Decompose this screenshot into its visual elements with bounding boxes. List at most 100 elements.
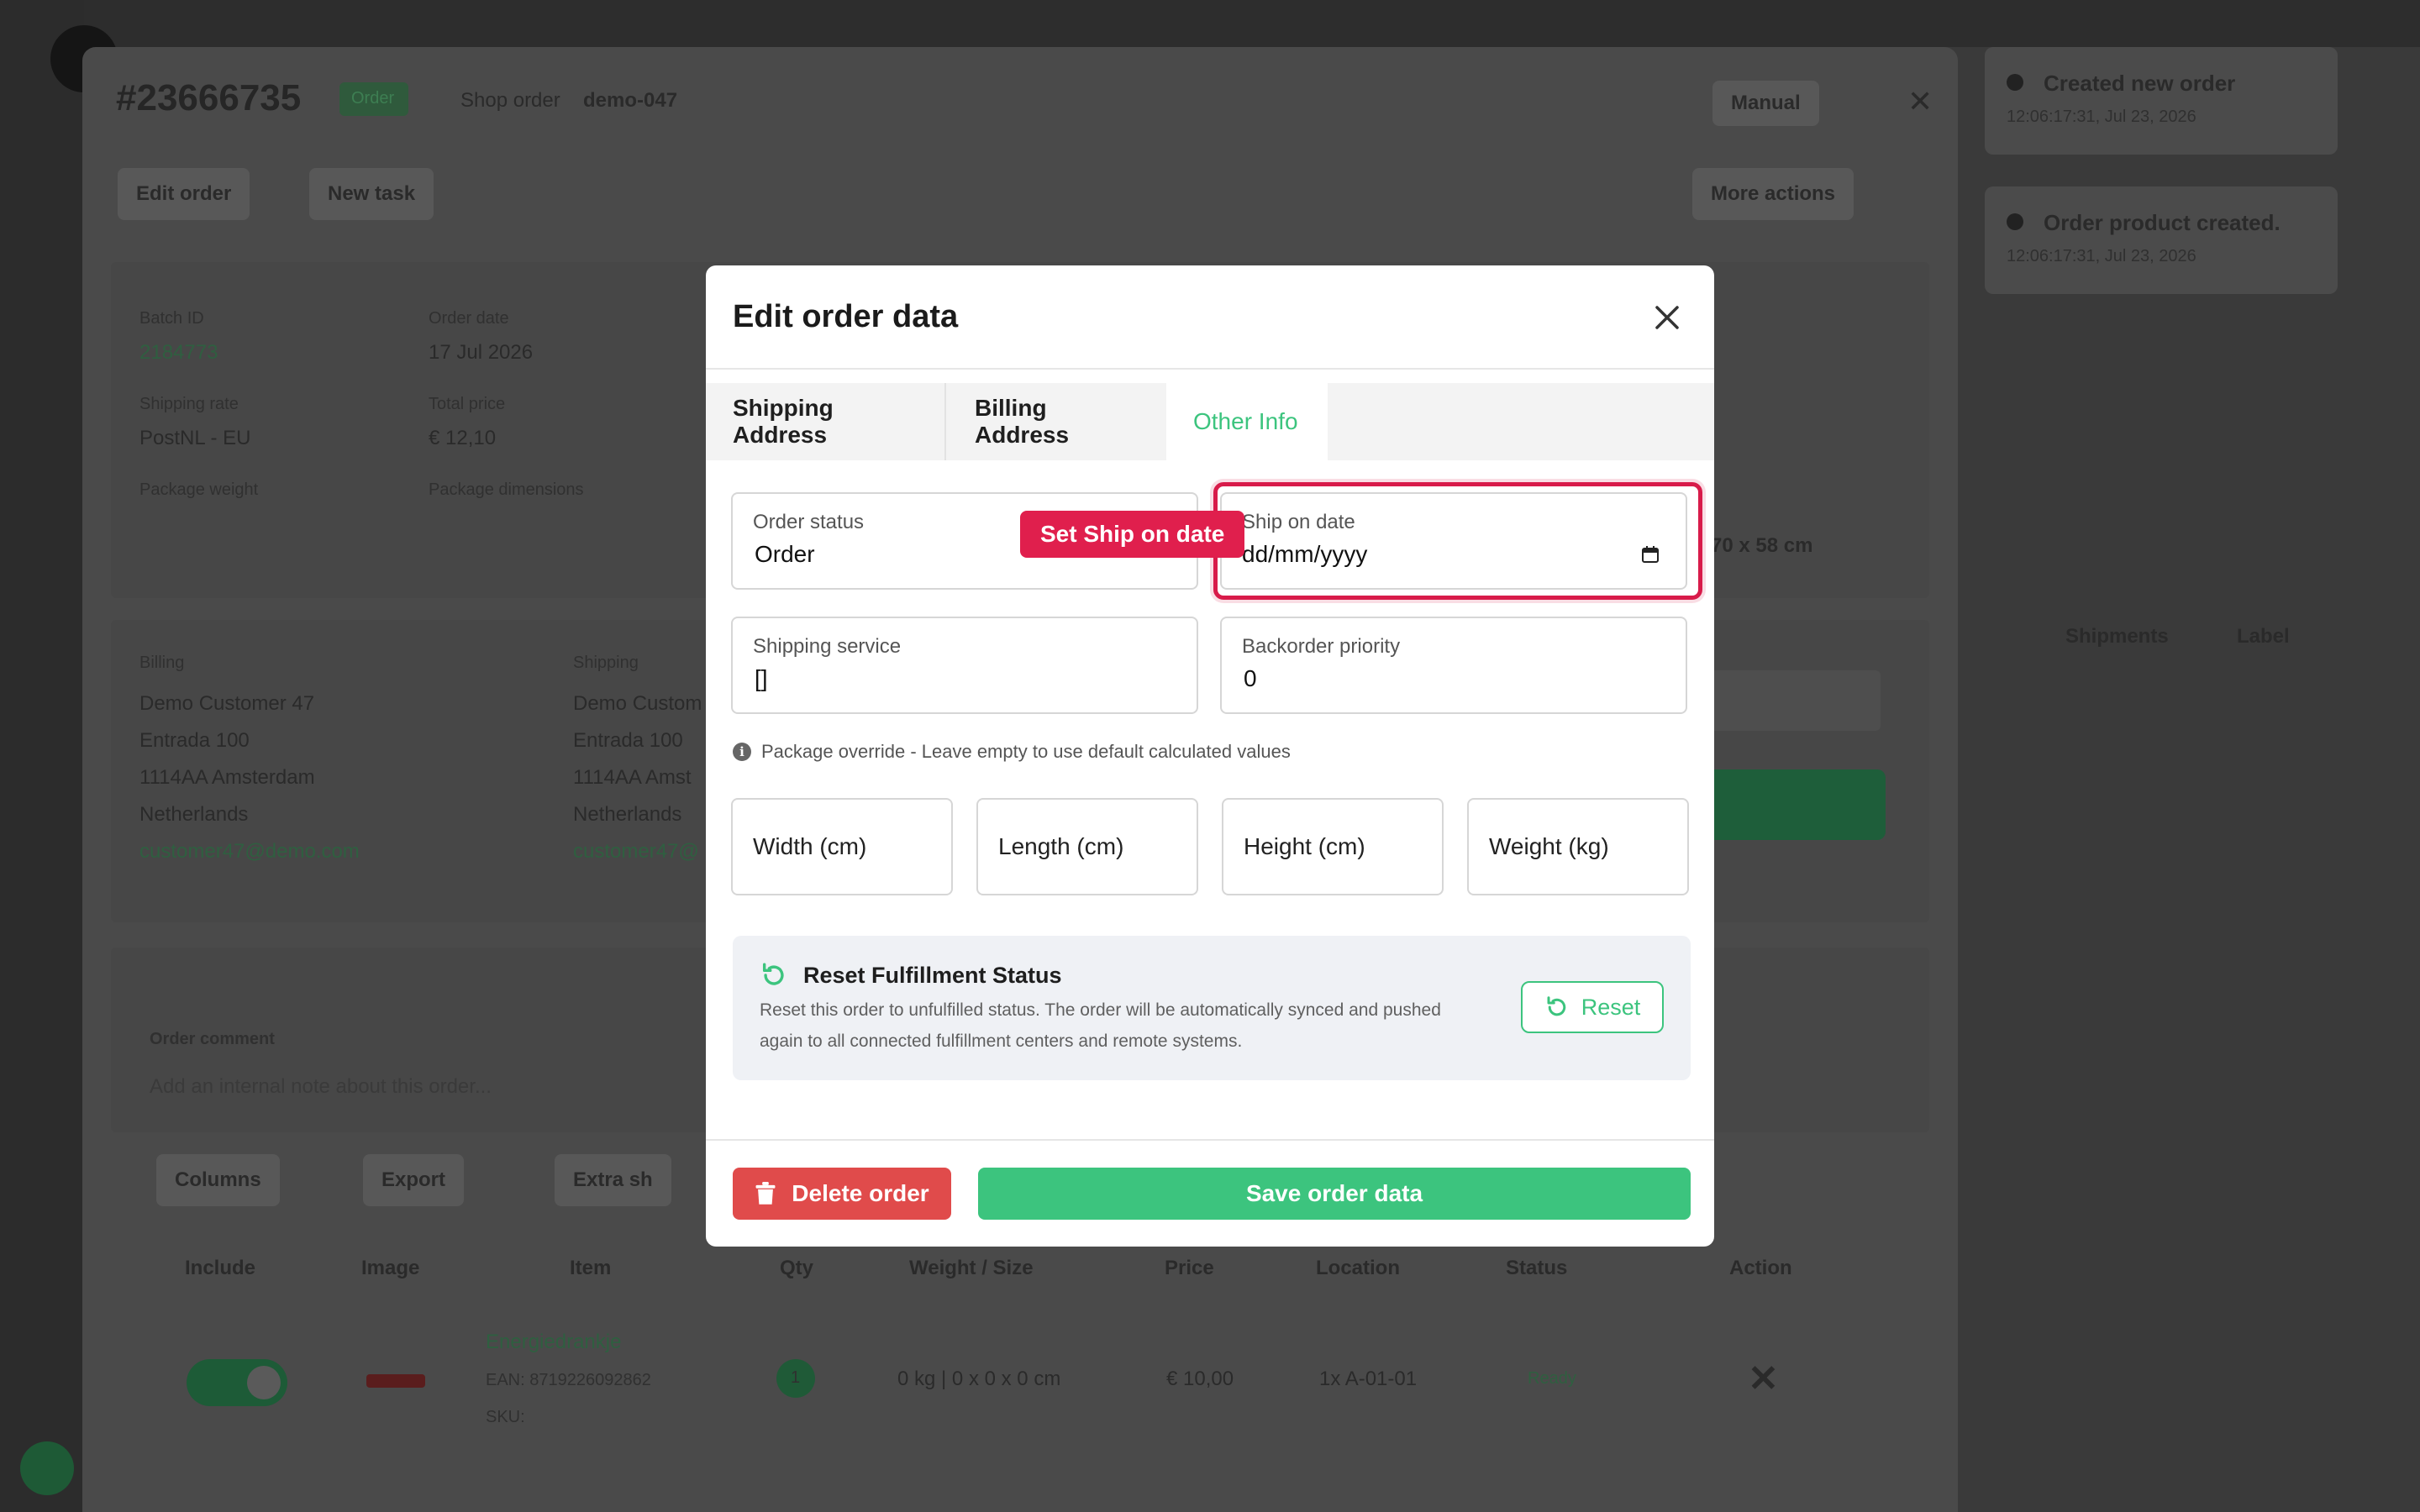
qty-badge: 1 <box>776 1359 815 1398</box>
order-comment-input[interactable]: Add an internal note about this order... <box>150 1075 492 1099</box>
delete-order-label: Delete order <box>792 1180 929 1206</box>
shipping-email-link[interactable]: customer47@ <box>573 840 699 864</box>
weight-size-value: 0 kg | 0 x 0 x 0 cm <box>897 1368 1061 1390</box>
toast-created-order[interactable]: Created new order 12:06:17:31, Jul 23, 2… <box>1985 47 2338 155</box>
reset-title: Reset Fulfillment Status <box>803 963 1062 988</box>
product-image <box>366 1374 425 1388</box>
status-badge: Ready <box>1528 1369 1576 1388</box>
col-header-action[interactable]: Action <box>1729 1257 1792 1280</box>
more-actions-button[interactable]: More actions <box>1692 168 1854 220</box>
billing-line: 1114AA Amsterdam <box>139 766 315 789</box>
total-price-value: € 12,10 <box>429 427 497 449</box>
shipping-line: Entrada 100 <box>573 729 683 752</box>
reset-fulfillment-section: Reset Fulfillment Status Reset this orde… <box>733 936 1691 1080</box>
modal-header: Edit order data <box>706 265 1714 370</box>
help-bubble-icon[interactable] <box>20 1441 74 1495</box>
export-button[interactable]: Export <box>363 1154 465 1206</box>
edit-order-label: Edit order <box>136 182 232 205</box>
col-header-weight[interactable]: Weight / Size <box>909 1257 1034 1280</box>
col-header-location[interactable]: Location <box>1316 1257 1400 1280</box>
item-sku: SKU: <box>486 1408 525 1426</box>
total-price-label: Total price <box>429 395 506 413</box>
extra-button[interactable]: Extra sh <box>555 1154 671 1206</box>
weight-input[interactable]: Weight (kg) <box>1467 798 1689 895</box>
panel-close-icon[interactable]: ✕ <box>1907 84 1933 119</box>
modal-title: Edit order data <box>733 299 959 334</box>
tab-label: Other Info <box>1193 408 1298 434</box>
trash-icon <box>755 1182 776 1205</box>
price-value: € 10,00 <box>1166 1368 1234 1390</box>
shop-order-value: demo-047 <box>583 89 678 112</box>
order-status-label: Order status <box>753 511 865 533</box>
remove-item-icon[interactable]: ✕ <box>1748 1357 1779 1400</box>
location-value: 1x A-01-01 <box>1319 1368 1418 1390</box>
batch-id-value[interactable]: 2184773 <box>139 341 218 365</box>
backorder-priority-value: 0 <box>1244 665 1257 691</box>
include-toggle[interactable] <box>187 1359 287 1406</box>
extra-label: Extra sh <box>573 1168 653 1191</box>
package-dimensions-label: Package dimensions <box>429 480 584 499</box>
col-header-image[interactable]: Image <box>361 1257 419 1280</box>
top-bar <box>84 0 2420 47</box>
edit-order-modal: Edit order data Shipping Address Billing… <box>706 265 1714 1247</box>
tab-other-info[interactable]: Other Info <box>1166 383 1328 460</box>
col-header-status[interactable]: Status <box>1506 1257 1567 1280</box>
order-status-value: Order <box>755 541 815 567</box>
shipping-service-value: [] <box>755 665 768 691</box>
width-input[interactable]: Width (cm) <box>731 798 953 895</box>
reset-button-label: Reset <box>1581 994 1641 1020</box>
order-date-value: 17 Jul 2026 <box>429 341 534 364</box>
package-override-text: Package override - Leave empty to use de… <box>761 741 1291 762</box>
billing-email-link[interactable]: customer47@demo.com <box>139 840 360 864</box>
reset-icon <box>762 963 784 985</box>
shipping-service-label: Shipping service <box>753 635 902 658</box>
shipping-line: 1114AA Amst <box>573 766 692 789</box>
height-input[interactable]: Height (cm) <box>1222 798 1444 895</box>
length-input[interactable]: Length (cm) <box>976 798 1198 895</box>
length-placeholder: Length (cm) <box>998 833 1124 859</box>
new-task-label: New task <box>328 182 416 205</box>
shipping-label: Shipping <box>573 654 639 672</box>
reset-icon <box>1547 996 1565 1016</box>
tab-label: Billing Address <box>975 395 1070 448</box>
new-task-button[interactable]: New task <box>309 168 434 220</box>
save-order-button[interactable]: Save order data <box>978 1168 1691 1220</box>
col-header-price[interactable]: Price <box>1165 1257 1214 1280</box>
shipping-line: Netherlands <box>573 803 682 826</box>
manual-button[interactable]: Manual <box>1712 81 1819 126</box>
tab-label: Shipping Address <box>733 395 834 448</box>
package-override-note: i Package override - Leave empty to use … <box>733 741 1291 763</box>
toast-check-icon <box>2007 213 2023 230</box>
shipping-service-input[interactable]: Shipping service [] <box>731 617 1198 714</box>
weight-placeholder: Weight (kg) <box>1489 833 1609 859</box>
tab-shipping-address[interactable]: Shipping Address <box>706 383 946 460</box>
item-name-link[interactable]: Energiedrankje <box>486 1331 621 1354</box>
close-icon[interactable] <box>1650 301 1684 334</box>
toast-time: 12:06:17:31, Jul 23, 2026 <box>2007 247 2196 265</box>
toast-product-created[interactable]: Order product created. 12:06:17:31, Jul … <box>1985 186 2338 294</box>
toast-time: 12:06:17:31, Jul 23, 2026 <box>2007 108 2196 126</box>
backorder-priority-input[interactable]: Backorder priority 0 <box>1220 617 1687 714</box>
columns-label: Columns <box>175 1168 261 1191</box>
edit-order-button[interactable]: Edit order <box>118 168 250 220</box>
col-header-label: Label <box>2237 625 2290 648</box>
order-number: #23666735 <box>116 77 302 118</box>
billing-line: Entrada 100 <box>139 729 250 752</box>
tab-billing-address[interactable]: Billing Address <box>948 383 1173 460</box>
delete-order-button[interactable]: Delete order <box>733 1168 951 1220</box>
info-icon: i <box>733 743 751 761</box>
height-placeholder: Height (cm) <box>1244 833 1365 859</box>
callout-label: Set Ship on date <box>1040 521 1225 547</box>
reset-button[interactable]: Reset <box>1521 981 1664 1033</box>
toast-check-icon <box>2007 74 2023 91</box>
order-date-label: Order date <box>429 309 509 328</box>
col-header-qty[interactable]: Qty <box>780 1257 813 1280</box>
manual-label: Manual <box>1731 92 1801 114</box>
batch-id-label: Batch ID <box>139 309 204 328</box>
columns-button[interactable]: Columns <box>156 1154 280 1206</box>
shipping-line: Demo Custom <box>573 692 702 715</box>
col-header-include[interactable]: Include <box>185 1257 255 1280</box>
save-order-label: Save order data <box>1245 1180 1423 1206</box>
left-sidebar <box>0 0 84 1512</box>
col-header-item[interactable]: Item <box>570 1257 611 1280</box>
